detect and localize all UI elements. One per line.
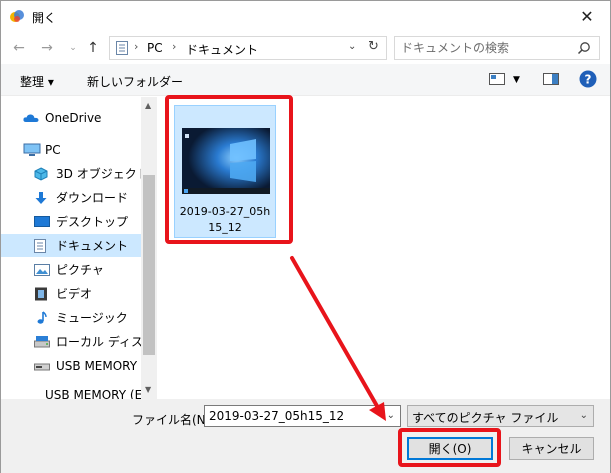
annotation-arrow-icon: [290, 256, 386, 421]
